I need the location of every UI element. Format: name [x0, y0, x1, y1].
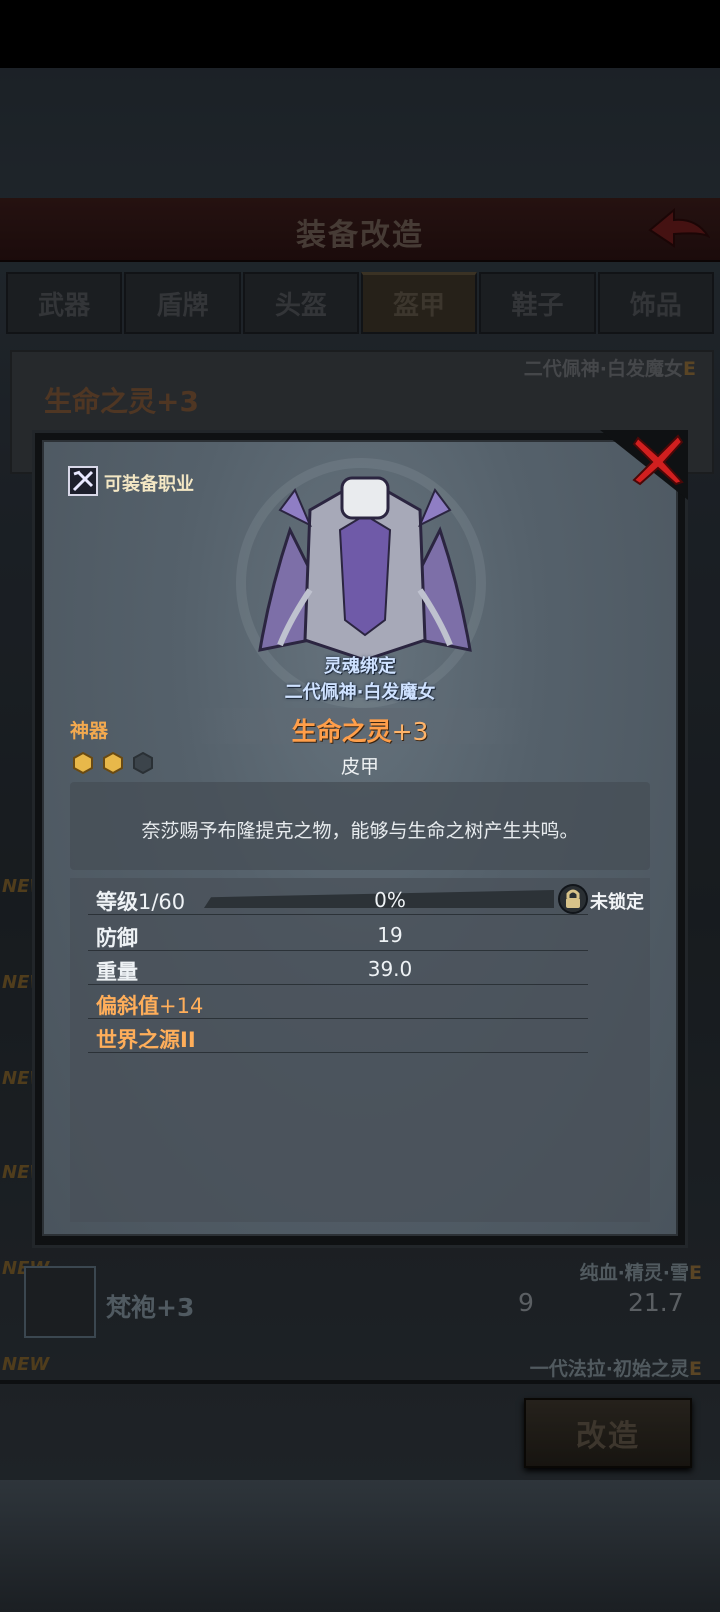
- equippable-class-label[interactable]: 可装备职业: [104, 470, 194, 496]
- lock-status[interactable]: 未锁定: [590, 888, 644, 914]
- gem-icon: [103, 752, 123, 774]
- lock-icon[interactable]: [558, 884, 588, 914]
- level-progress-text: 0%: [374, 888, 406, 912]
- defense-label: 防御: [96, 926, 138, 950]
- close-icon[interactable]: [632, 434, 684, 486]
- gem-empty-icon: [133, 752, 153, 774]
- defense-value: 19: [377, 923, 403, 947]
- weight-label: 重量: [96, 960, 138, 984]
- bottom-area: [0, 1480, 720, 1612]
- status-bar: [0, 0, 720, 68]
- stat-divider: [88, 950, 588, 951]
- gem-icon: [73, 752, 93, 774]
- bonus-stat: 偏斜值+14: [96, 994, 204, 1018]
- armor-illustration: [258, 476, 472, 662]
- stat-divider: [88, 1018, 588, 1019]
- enchant-stat: 世界之源II: [96, 1028, 196, 1052]
- item-owner-label: 二代佩神·白发魔女: [284, 682, 436, 703]
- weight-value: 39.0: [367, 957, 413, 981]
- level-label: 等级1/60: [96, 890, 186, 914]
- class-icon[interactable]: [68, 466, 98, 496]
- item-description: 奈莎赐予布隆提克之物，能够与生命之树产生共鸣。: [141, 820, 579, 842]
- stat-divider: [88, 984, 588, 985]
- stat-divider: [88, 914, 588, 915]
- item-name: 生命之灵+3: [291, 717, 429, 746]
- stat-divider: [88, 1052, 588, 1053]
- soul-bound-label: 灵魂绑定: [324, 656, 396, 677]
